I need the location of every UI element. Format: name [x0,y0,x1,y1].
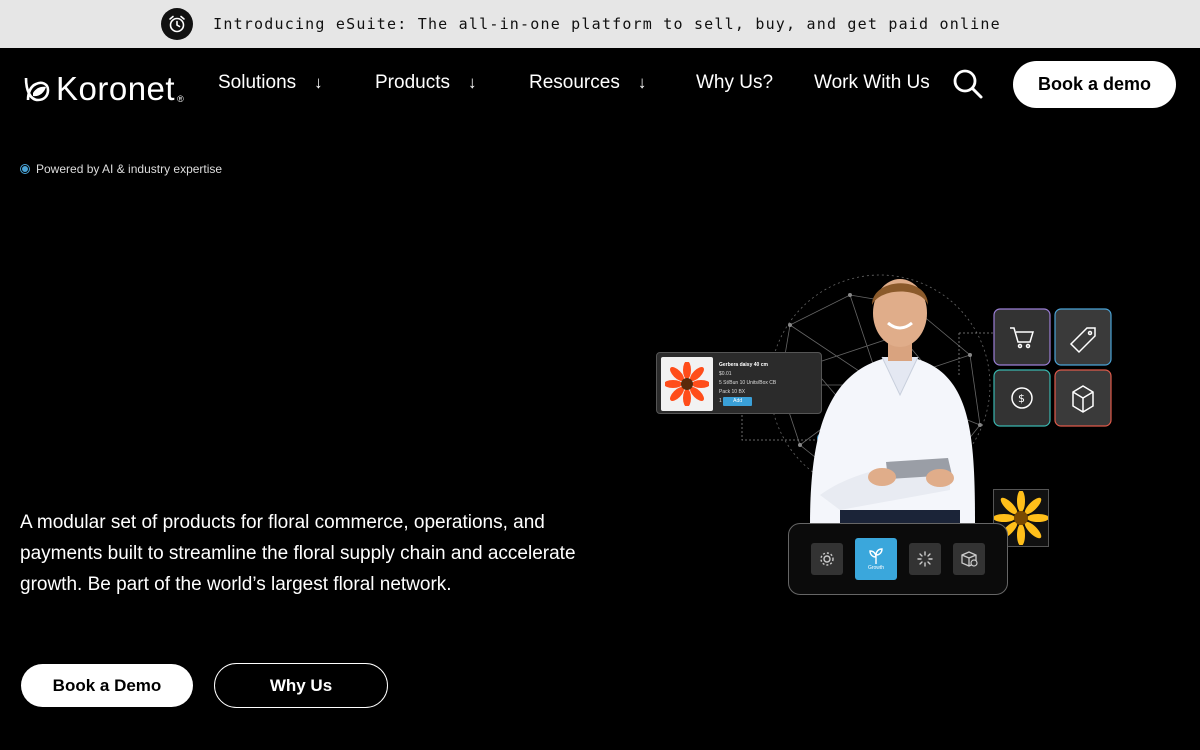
nav-products-label: Products [375,72,450,93]
leaf-logo-icon [24,77,50,102]
nav-resources[interactable]: Resources ↓ [529,72,646,94]
add-button: Add [723,397,753,406]
package-icon [953,543,985,575]
main-nav: Koronet ® Solutions ↓ Products ↓ Resourc… [0,48,1200,122]
puzzle-graphic: $ [993,308,1112,427]
person-figure [810,279,975,525]
search-icon[interactable] [952,68,984,100]
why-us-button[interactable]: Why Us [214,663,388,708]
book-demo-button[interactable]: Book a Demo [21,664,193,707]
hero-description: A modular set of products for floral com… [20,512,576,595]
product-title: Gerbera daisy 40 cm [719,362,768,368]
growth-tool: Growth [855,538,897,580]
tool-panel: Growth [788,523,1008,595]
product-pack: Pack 10 BX [719,389,746,395]
qty-value: 1 [719,398,722,404]
powered-by-text: Powered by AI & industry expertise [36,162,223,176]
status-dot-icon [20,164,30,174]
product-price: $0.01 [719,371,732,377]
logo-registered-mark: ® [177,94,184,104]
product-details: 5 St/Bun 10 Units/Box CB [719,380,777,386]
nav-why-us[interactable]: Why Us? [696,72,773,94]
nav-resources-label: Resources [529,72,620,93]
product-card: Gerbera daisy 40 cm $0.01 5 St/Bun 10 Un… [656,352,822,414]
product-actions: 1 Add [719,397,776,406]
nav-why-us-label: Why Us? [696,72,774,93]
svg-text:$: $ [1018,392,1025,405]
nav-solutions-label: Solutions [218,72,297,93]
arrow-down-icon: ↓ [314,73,323,92]
nav-solutions[interactable]: Solutions ↓ [218,72,323,94]
announcement-text[interactable]: Introducing eSuite: The all-in-one platf… [213,15,1001,33]
arrow-down-icon: ↓ [467,73,477,92]
nav-work-with-us-label: Work With Us [814,72,930,93]
plant-icon [869,548,883,564]
powered-by-tag: Powered by AI & industry expertise [20,162,222,176]
koronet-logo[interactable]: Koronet ® [24,70,184,108]
logo-text: Koronet [56,70,176,107]
gear-icon [811,543,843,575]
gerbera-flower-image [661,357,713,411]
product-card-body: Gerbera daisy 40 cm $0.01 5 St/Bun 10 Un… [719,357,776,409]
hero-illustration: Gerbera daisy 40 cm $0.01 5 St/Bun 10 Un… [650,265,1120,605]
arrow-down-icon: ↓ [637,73,647,92]
announcement-bar[interactable]: Introducing eSuite: The all-in-one platf… [0,0,1200,48]
book-demo-nav-button[interactable]: Book a demo [1013,61,1176,108]
alarm-clock-icon [161,8,194,40]
nav-work-with-us[interactable]: Work With Us [814,72,930,94]
loading-icon [909,543,941,575]
nav-products[interactable]: Products ↓ [375,72,476,94]
growth-tool-label: Growth [867,565,885,571]
